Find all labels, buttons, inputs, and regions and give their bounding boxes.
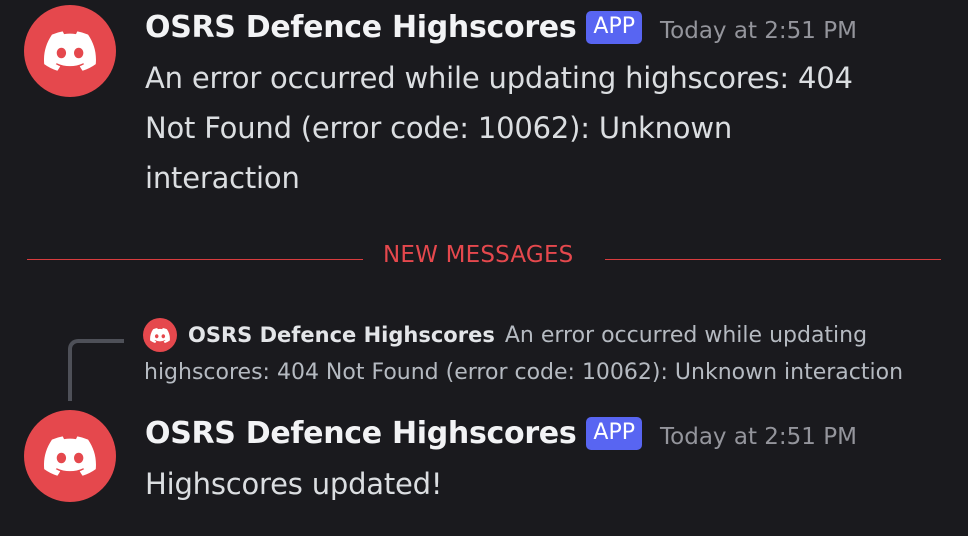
message-line: interaction bbox=[145, 161, 300, 195]
timestamp: Today at 2:51 PM bbox=[660, 423, 857, 450]
discord-logo-icon bbox=[150, 327, 170, 343]
reply-avatar bbox=[143, 318, 177, 352]
message-content: Highscores updated! bbox=[145, 459, 443, 509]
reply-connector bbox=[68, 339, 124, 401]
new-messages-label: NEW MESSAGES bbox=[383, 242, 574, 268]
message-header: OSRS Defence Highscores APP Today at 2:5… bbox=[145, 416, 857, 451]
username[interactable]: OSRS Defence Highscores bbox=[145, 416, 577, 451]
message-content: An error occurred while updating highsco… bbox=[145, 53, 853, 203]
discord-logo-icon bbox=[44, 31, 96, 71]
message-header: OSRS Defence Highscores APP Today at 2:5… bbox=[145, 10, 857, 45]
new-messages-divider-right bbox=[605, 259, 941, 260]
app-badge: APP bbox=[586, 417, 643, 450]
reply-text: An error occurred while updating bbox=[504, 322, 868, 348]
discord-logo-icon bbox=[44, 436, 96, 476]
reply-username[interactable]: OSRS Defence Highscores bbox=[188, 323, 495, 347]
timestamp: Today at 2:51 PM bbox=[660, 17, 857, 44]
reply-text-continued: highscores: 404 Not Found (error code: 1… bbox=[144, 360, 904, 385]
message-line: Not Found (error code: 10062): Unknown bbox=[145, 111, 733, 145]
avatar[interactable] bbox=[24, 5, 116, 97]
username[interactable]: OSRS Defence Highscores bbox=[145, 10, 577, 45]
reply-preview[interactable]: OSRS Defence Highscores An error occurre… bbox=[143, 318, 867, 352]
message-line: An error occurred while updating highsco… bbox=[145, 61, 853, 95]
chat-view: OSRS Defence Highscores APP Today at 2:5… bbox=[0, 0, 968, 536]
avatar[interactable] bbox=[24, 410, 116, 502]
new-messages-divider-left bbox=[27, 259, 363, 260]
app-badge: APP bbox=[586, 11, 643, 44]
message-line: Highscores updated! bbox=[145, 467, 443, 501]
